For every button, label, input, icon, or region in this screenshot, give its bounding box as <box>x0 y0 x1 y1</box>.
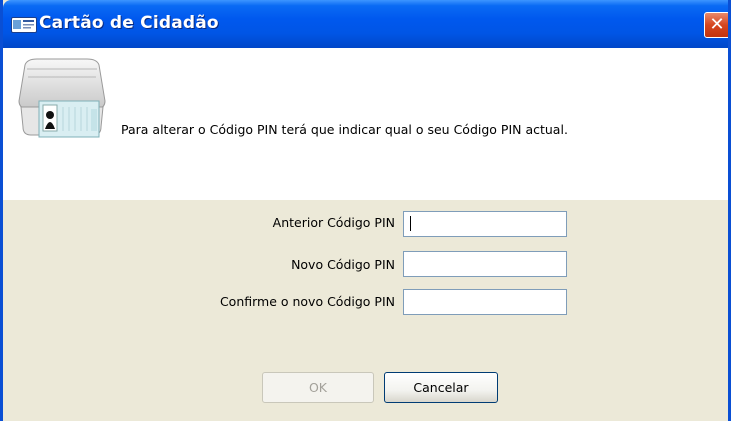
ok-button[interactable]: OK <box>262 372 374 403</box>
close-button[interactable]: ✕ <box>704 12 728 38</box>
text-caret <box>410 216 411 231</box>
card-reader-icon <box>18 58 106 138</box>
new-pin-field[interactable] <box>403 251 567 277</box>
title-bar[interactable]: Cartão de Cidadão ✕ <box>3 0 728 48</box>
confirm-pin-label: Confirme o novo Código PIN <box>219 294 395 309</box>
confirm-pin-field[interactable] <box>403 289 567 315</box>
dialog-window: Cartão de Cidadão ✕ Para alterar o Códig… <box>0 0 731 421</box>
instruction-text: Para alterar o Código PIN terá que indic… <box>121 122 568 137</box>
citizen-card-icon <box>11 17 37 33</box>
cancel-button[interactable]: Cancelar <box>384 372 498 403</box>
new-pin-label: Novo Código PIN <box>291 257 395 272</box>
close-icon: ✕ <box>709 14 725 35</box>
old-pin-label: Anterior Código PIN <box>272 215 395 230</box>
old-pin-field[interactable] <box>403 211 567 237</box>
window-title: Cartão de Cidadão <box>39 13 219 33</box>
